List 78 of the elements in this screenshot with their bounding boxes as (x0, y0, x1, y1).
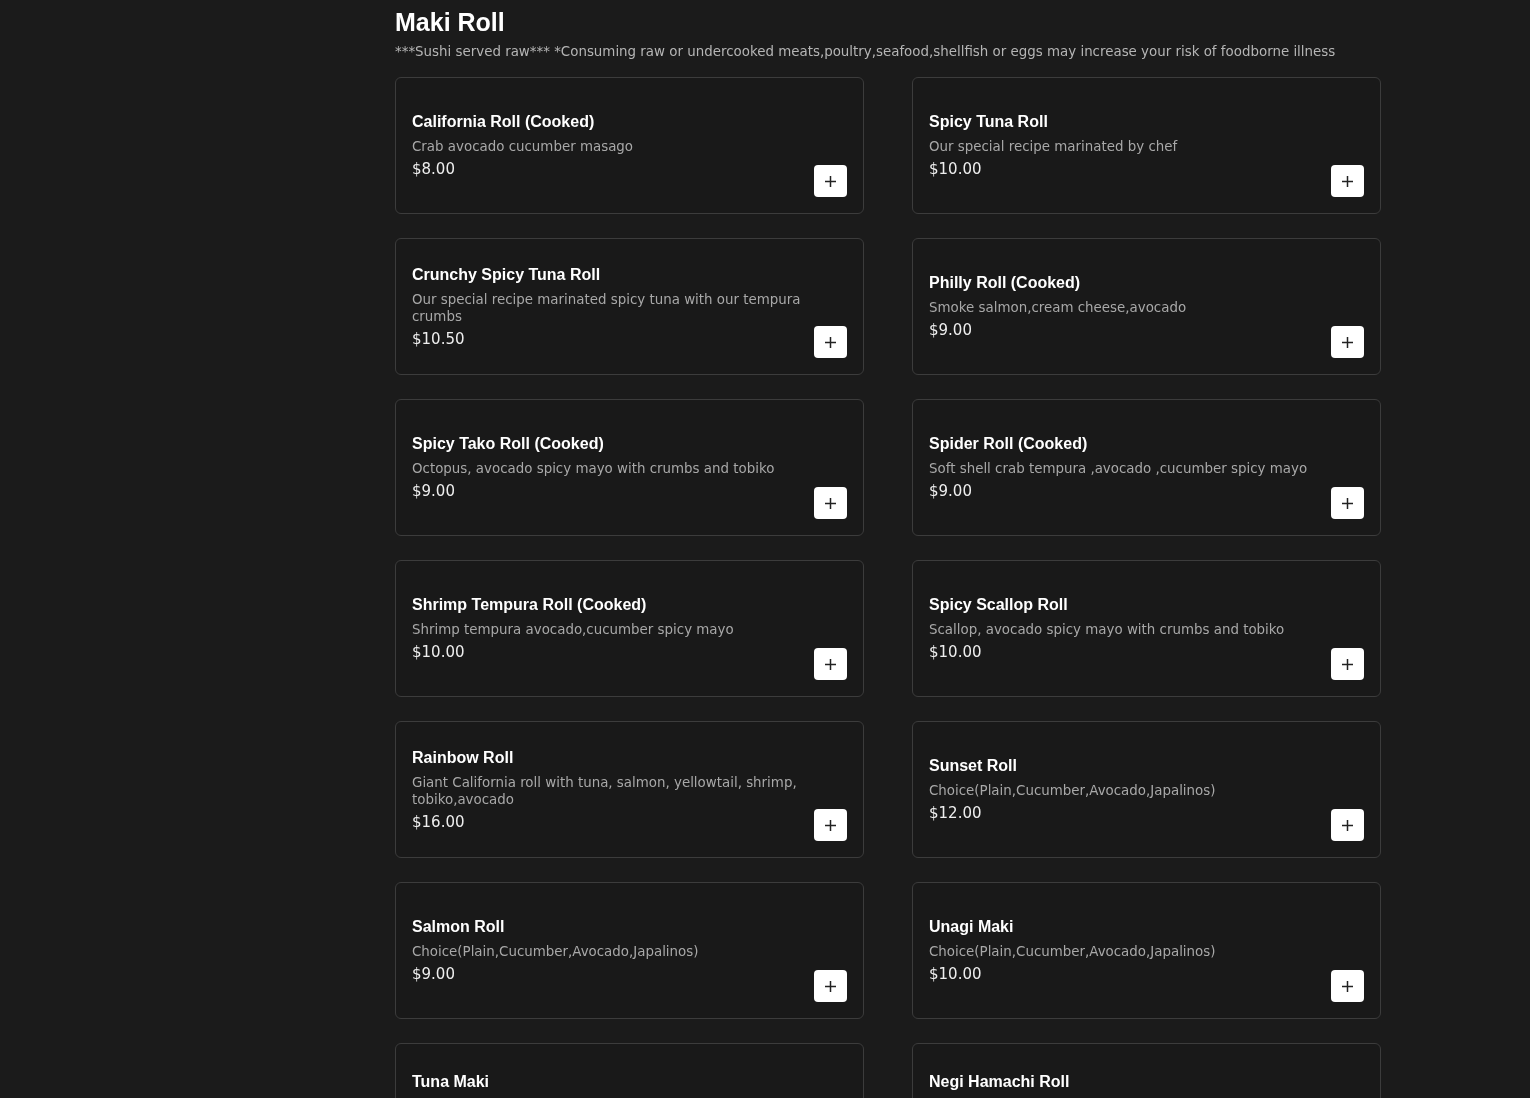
item-price: $8.00 (412, 159, 455, 179)
menu-item-card[interactable]: Tuna Maki (395, 1043, 864, 1098)
item-name: Salmon Roll (412, 917, 505, 937)
item-price: $10.50 (412, 328, 465, 349)
plus-icon (1342, 336, 1353, 348)
add-button[interactable] (1331, 326, 1364, 358)
item-price: $9.00 (929, 320, 972, 340)
item-name: Crunchy Spicy Tuna Roll (412, 264, 601, 285)
item-description: Our special recipe marinated spicy tuna with our tempura crumbs (412, 290, 802, 325)
item-description: Smoke salmon,cream cheese,avocado (929, 299, 1187, 316)
item-name: Tuna Maki (412, 1072, 490, 1092)
menu-item-card[interactable]: Spicy Tuna Roll Our special recipe marinated by chef $10.00 (912, 77, 1381, 214)
item-price: $16.00 (412, 811, 465, 832)
plus-icon (825, 175, 836, 187)
item-price: $10.00 (412, 642, 465, 662)
menu-item-card[interactable]: Unagi Maki Choice(Plain,Cucumber,Avocado,Japalinos) $10.00 (912, 882, 1381, 1019)
plus-icon (1342, 819, 1353, 831)
add-button[interactable] (814, 809, 847, 841)
add-button[interactable] (814, 970, 847, 1002)
add-button[interactable] (814, 648, 847, 680)
item-price: $10.00 (929, 642, 982, 662)
plus-icon (825, 497, 836, 509)
plus-icon (825, 819, 836, 831)
item-name: California Roll (Cooked) (412, 112, 595, 132)
plus-icon (825, 336, 836, 348)
plus-icon (1342, 497, 1353, 509)
menu-item-card[interactable]: Rainbow Roll Giant California roll with tuna, salmon, yellowtail, shrimp, tobiko,avocado $16.00 (395, 721, 864, 858)
menu-item-card[interactable]: Salmon Roll Choice(Plain,Cucumber,Avocado,Japalinos) $9.00 (395, 882, 864, 1019)
item-name: Sunset Roll (929, 756, 1017, 776)
item-name: Negi Hamachi Roll (929, 1072, 1070, 1092)
item-price: $10.00 (929, 964, 982, 984)
item-price: $9.00 (412, 964, 455, 984)
item-name: Unagi Maki (929, 917, 1014, 937)
item-price: $9.00 (929, 481, 972, 501)
item-description: Giant California roll with tuna, salmon, yellowtail, shrimp, tobiko,avocado (412, 773, 798, 808)
item-name: Philly Roll (Cooked) (929, 273, 1081, 293)
item-price: $12.00 (929, 803, 982, 823)
add-button[interactable] (1331, 648, 1364, 680)
menu-item-card[interactable]: Crunchy Spicy Tuna Roll Our special recipe marinated spicy tuna with our tempura crumbs $10.50 (395, 238, 864, 375)
plus-icon (825, 658, 836, 670)
item-name: Spicy Scallop Roll (929, 595, 1068, 615)
item-name: Shrimp Tempura Roll (Cooked) (412, 595, 647, 615)
menu-item-card[interactable]: Spicy Tako Roll (Cooked) Octopus, avocado spicy mayo with crumbs and tobiko $9.00 (395, 399, 864, 536)
item-price: $9.00 (412, 481, 455, 501)
item-description: Soft shell crab tempura ,avocado ,cucumber spicy mayo (929, 460, 1308, 477)
item-name: Rainbow Roll (412, 747, 514, 768)
add-button[interactable] (814, 487, 847, 519)
item-description: Our special recipe marinated by chef (929, 138, 1178, 155)
item-description: Choice(Plain,Cucumber,Avocado,Japalinos) (929, 943, 1216, 960)
item-description: Crab avocado cucumber masago (412, 138, 634, 155)
plus-icon (1342, 980, 1353, 992)
add-button[interactable] (814, 326, 847, 358)
item-name: Spider Roll (Cooked) (929, 434, 1088, 454)
item-description: Octopus, avocado spicy mayo with crumbs and tobiko (412, 460, 775, 477)
item-name: Spicy Tako Roll (Cooked) (412, 434, 604, 454)
plus-icon (825, 980, 836, 992)
menu-item-card[interactable]: Sunset Roll Choice(Plain,Cucumber,Avocado,Japalinos) $12.00 (912, 721, 1381, 858)
section-title: Maki Roll (395, 7, 506, 37)
menu-item-card[interactable]: Philly Roll (Cooked) Smoke salmon,cream cheese,avocado $9.00 (912, 238, 1381, 375)
add-button[interactable] (1331, 970, 1364, 1002)
menu-item-card[interactable]: California Roll (Cooked) Crab avocado cucumber masago $8.00 (395, 77, 864, 214)
add-button[interactable] (1331, 487, 1364, 519)
add-button[interactable] (1331, 165, 1364, 197)
menu-item-card[interactable]: Spider Roll (Cooked) Soft shell crab tempura ,avocado ,cucumber spicy mayo $9.00 (912, 399, 1381, 536)
item-description: Choice(Plain,Cucumber,Avocado,Japalinos) (412, 943, 699, 960)
item-description: Scallop, avocado spicy mayo with crumbs and tobiko (929, 621, 1285, 638)
item-price: $10.00 (929, 159, 982, 179)
item-name: Spicy Tuna Roll (929, 112, 1048, 132)
menu-item-card[interactable]: Shrimp Tempura Roll (Cooked) Shrimp tempura avocado,cucumber spicy mayo $10.00 (395, 560, 864, 697)
menu-item-card[interactable]: Spicy Scallop Roll Scallop, avocado spicy mayo with crumbs and tobiko $10.00 (912, 560, 1381, 697)
raw-food-warning: ***Sushi served raw*** *Consuming raw or undercooked meats,poultry,seafood,shellfish or eggs may increase your risk of foodborne illness (395, 43, 1337, 61)
add-button[interactable] (814, 165, 847, 197)
plus-icon (1342, 175, 1353, 187)
add-button[interactable] (1331, 809, 1364, 841)
item-description: Choice(Plain,Cucumber,Avocado,Japalinos) (929, 782, 1216, 799)
item-description: Shrimp tempura avocado,cucumber spicy mayo (412, 621, 734, 638)
menu-item-card[interactable]: Negi Hamachi Roll (912, 1043, 1381, 1098)
plus-icon (1342, 658, 1353, 670)
